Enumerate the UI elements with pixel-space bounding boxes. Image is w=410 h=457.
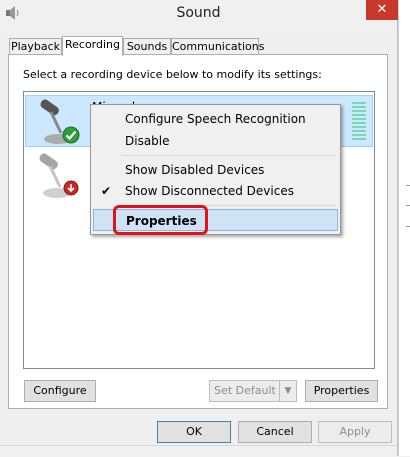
background-window-strip — [398, 0, 410, 456]
menu-item-disable[interactable]: Disable — [93, 130, 338, 152]
set-default-button[interactable]: Set Default ▼ — [209, 380, 297, 402]
menu-separator — [121, 155, 336, 156]
tab-sounds[interactable]: Sounds — [123, 38, 171, 55]
default-device-check-icon — [62, 126, 80, 144]
tab-recording[interactable]: Recording — [62, 36, 123, 56]
properties-button[interactable]: Properties — [305, 380, 378, 402]
configure-button[interactable]: Configure — [24, 380, 96, 402]
ok-button[interactable]: OK — [157, 421, 231, 443]
disconnected-icon — [63, 180, 79, 196]
background-tick — [406, 205, 410, 206]
background-tick — [406, 226, 410, 227]
menu-item-show-disabled[interactable]: Show Disabled Devices — [93, 159, 338, 181]
chevron-down-icon[interactable]: ▼ — [279, 381, 296, 401]
title-bar[interactable]: Sound ✕ — [0, 0, 398, 30]
menu-item-show-disconnected[interactable]: ✔ Show Disconnected Devices — [93, 180, 338, 202]
menu-item-label: Show Disconnected Devices — [125, 184, 294, 198]
instruction-text: Select a recording device below to modif… — [23, 68, 322, 81]
close-button[interactable]: ✕ — [366, 0, 398, 20]
tab-communications[interactable]: Communications — [171, 38, 264, 55]
apply-button[interactable]: Apply — [318, 421, 392, 443]
set-default-label: Set Default — [214, 384, 276, 397]
level-meter — [352, 102, 366, 142]
tab-playback[interactable]: Playback — [9, 38, 62, 55]
cancel-button[interactable]: Cancel — [238, 421, 312, 443]
window-title: Sound — [176, 5, 221, 21]
annotation-highlight — [113, 205, 208, 235]
menu-item-configure-speech[interactable]: Configure Speech Recognition — [93, 108, 338, 130]
window-bottom-edge — [0, 445, 397, 457]
sound-dialog: Sound ✕ Playback Recording Sounds Commun… — [0, 0, 398, 457]
checkmark-icon: ✔ — [101, 184, 112, 198]
background-tick — [406, 185, 410, 186]
